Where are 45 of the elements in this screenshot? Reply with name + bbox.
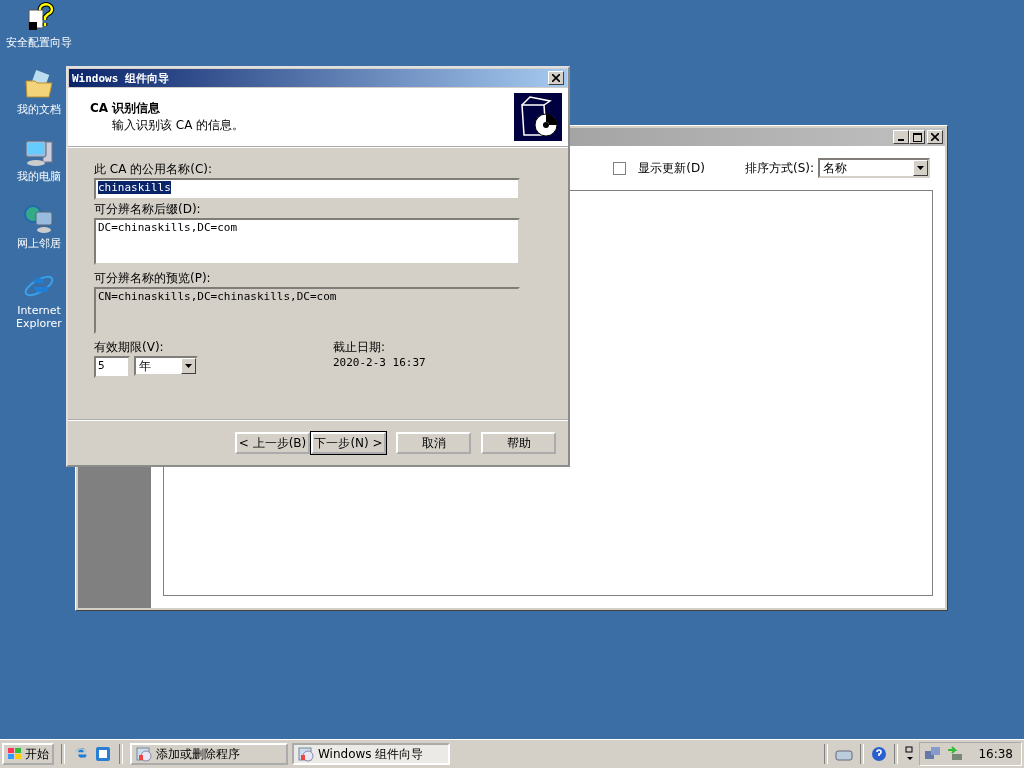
desktop-icon-label[interactable]: 安全配置向导 [6,36,72,49]
desktop-icon-label[interactable]: 我的电脑 [17,170,61,183]
sort-dropdown[interactable]: 名称 [818,158,930,178]
network-icon[interactable] [924,746,943,762]
maximize-button[interactable] [909,130,925,144]
window-title: Windows 组件向导 [72,70,169,86]
page-title: CA 识别信息 [90,100,162,117]
close-icon [931,133,939,141]
maximize-icon [912,132,922,142]
caret-icon [917,166,924,170]
validity-field[interactable]: 5 [94,356,130,378]
expiry-date: 2020-2-3 16:37 [333,356,426,369]
expiry-label: 截止日期: [333,339,387,356]
taskbar-button[interactable]: 添加或删除程序 [130,743,288,765]
wizard-button[interactable]: 下一步(N) > [311,432,386,454]
preview-field[interactable]: CN=chinaskills,DC=chinaskills,DC=com [94,287,520,334]
keyboard-icon[interactable] [835,747,854,761]
unit-dropdown[interactable]: 年 [134,356,198,376]
close-icon [552,74,560,82]
suffix-field[interactable]: DC=chinaskills,DC=com [94,218,520,265]
clock: 16:38 [978,747,1013,761]
field-label: 有效期限(V): [94,339,165,356]
globe-computer-icon[interactable] [23,203,55,235]
field-label: 可分辨名称的预览(P): [94,270,212,287]
checkbox-label[interactable]: 显示更新(D) [638,159,705,177]
folder-icon[interactable] [23,69,55,101]
field-label: 可分辨名称后缀(D): [94,201,202,218]
close-button[interactable] [927,130,943,144]
help-icon[interactable] [871,746,888,762]
close-button[interactable] [548,71,564,85]
sort-label: 排序方式(S): [744,159,814,177]
taskbar-button[interactable]: Windows 组件向导 [292,743,450,765]
checkbox[interactable] [613,161,627,175]
start-button[interactable]: 开始 [2,743,54,765]
minimize-button[interactable] [893,130,909,144]
wizard-button[interactable]: 取消 [396,432,471,454]
common-name-field[interactable]: chinaskills [94,178,520,200]
caret-icon [185,364,192,368]
flag-icon [7,747,23,761]
desktop-icon-label[interactable]: 我的文档 [17,103,61,116]
wizard-button[interactable]: 帮助 [481,432,556,454]
field-label: 此 CA 的公用名称(C): [94,161,213,178]
wizard-button[interactable]: < 上一步(B) [235,432,310,454]
page-subtitle: 输入识别该 CA 的信息。 [111,117,245,134]
desktop-icon-label[interactable]: 网上邻居 [17,237,61,250]
